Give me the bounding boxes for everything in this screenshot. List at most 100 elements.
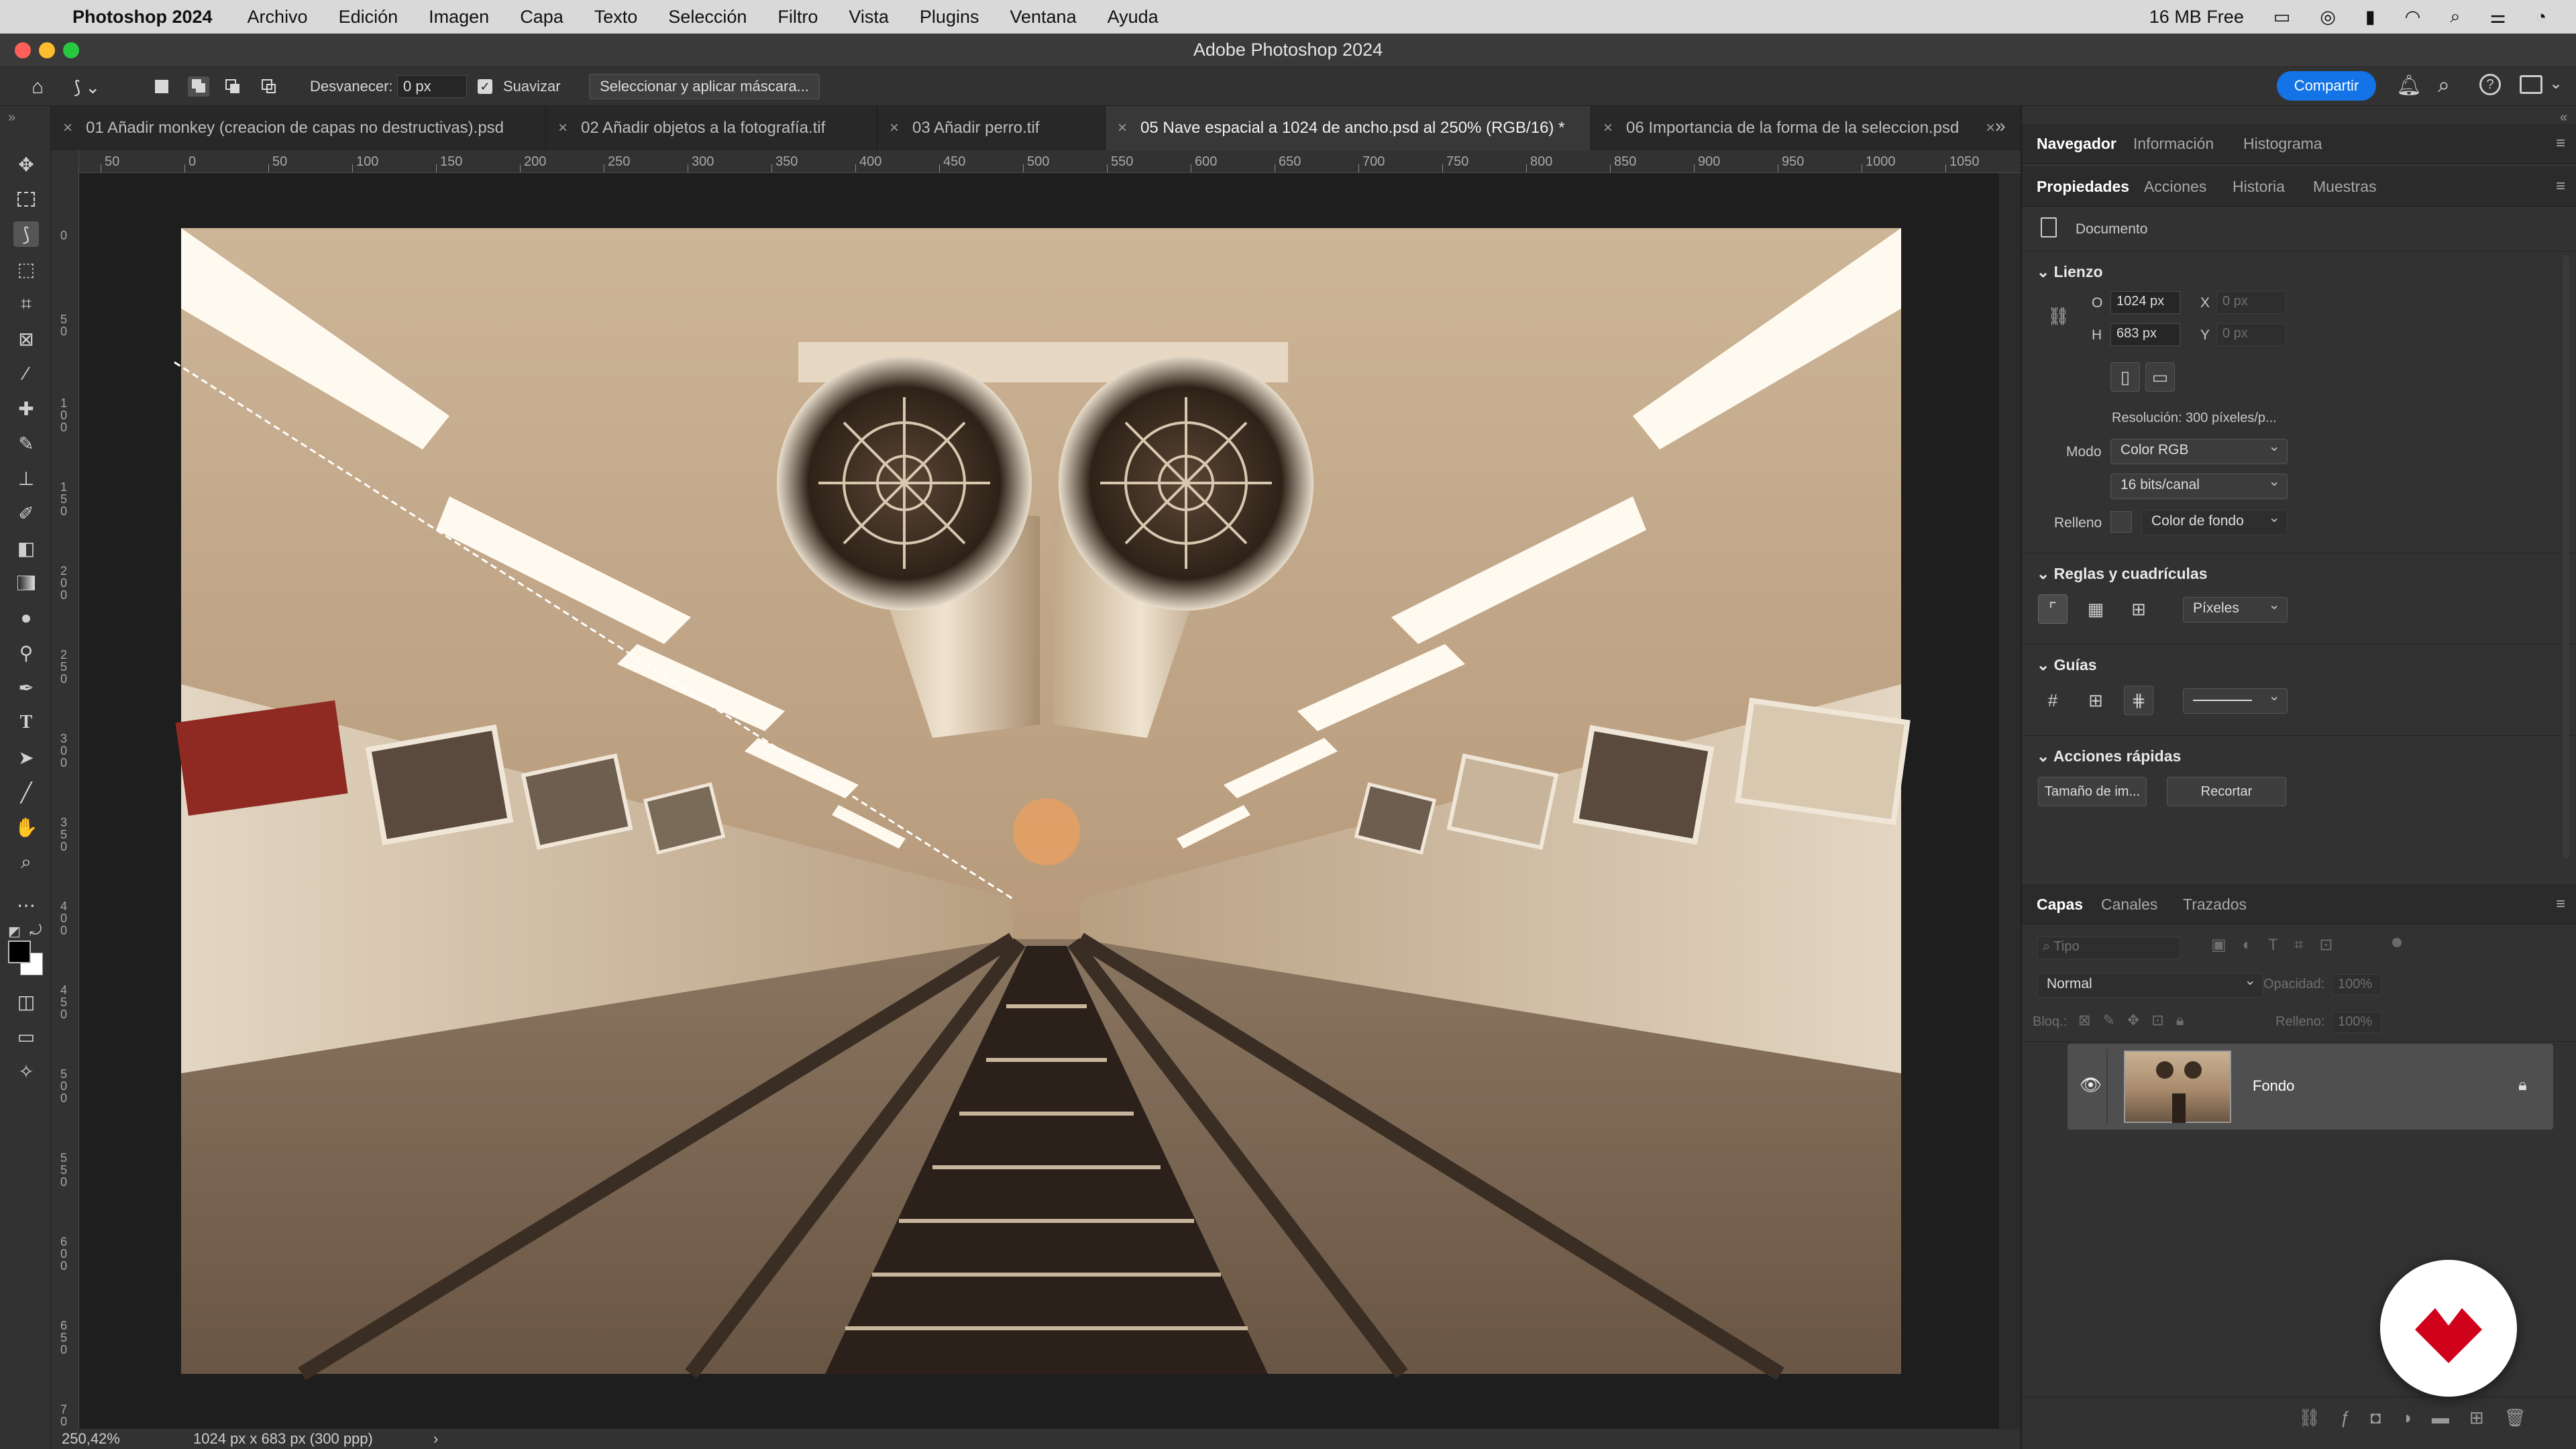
link-dimensions-icon[interactable]: ⛓: [2047, 306, 2070, 327]
menu-texto[interactable]: Texto: [594, 7, 638, 28]
doc-tab[interactable]: × 02 Añadir objetos a la fotografía.tif: [546, 106, 877, 150]
opacity-input[interactable]: 100%: [2332, 974, 2381, 996]
memory-status[interactable]: 16 MB Free: [2149, 7, 2244, 28]
line-tool-icon[interactable]: ╱: [13, 780, 39, 805]
object-selection-tool-icon[interactable]: ⬚: [13, 256, 39, 282]
default-colors-icon[interactable]: ◩: [8, 923, 21, 940]
doc-tab[interactable]: × 06 Importancia de la forma de la selec…: [1591, 106, 1994, 150]
vertical-scrollbar[interactable]: [1999, 173, 2021, 1429]
fill-opacity-input[interactable]: 100%: [2332, 1012, 2381, 1033]
close-tab-icon[interactable]: ×: [558, 119, 568, 138]
horizontal-ruler[interactable]: 50 0 50 100 150 200 250 300 350 400 450 500 550 600 65…: [79, 150, 2021, 173]
close-tab-icon[interactable]: ×: [63, 119, 72, 138]
tab-navegador[interactable]: Navegador: [2037, 123, 2116, 164]
workspace-icon[interactable]: [2520, 75, 2542, 94]
image-size-button[interactable]: Tamaño de im...: [2038, 777, 2147, 806]
show-guides-icon[interactable]: #: [2038, 686, 2068, 715]
properties-scrollbar[interactable]: [2563, 255, 2569, 859]
close-tab-icon[interactable]: ×: [890, 119, 899, 138]
canvas-area[interactable]: [79, 173, 1999, 1429]
tab-trazados[interactable]: Trazados: [2183, 884, 2247, 924]
quick-mask-icon[interactable]: ◫: [13, 989, 39, 1014]
move-tool-icon[interactable]: ✥: [13, 152, 39, 177]
lasso-tool-icon[interactable]: ⟆: [13, 221, 39, 247]
control-center-icon[interactable]: ⚌: [2489, 7, 2506, 28]
document-image[interactable]: [79, 173, 1999, 1429]
panel-menu-icon[interactable]: ≡: [2556, 123, 2565, 164]
close-tab-icon[interactable]: ×: [1118, 119, 1127, 138]
width-input[interactable]: 1024 px: [2110, 291, 2180, 314]
eyedropper-tool-icon[interactable]: ⁄: [13, 361, 39, 386]
notifications-icon[interactable]: 🔔︎: [2396, 74, 2422, 97]
new-guide-icon[interactable]: ⊞: [2081, 686, 2110, 715]
more-tools-icon[interactable]: ⋯: [13, 892, 39, 918]
pixel-grid-icon[interactable]: ⊞: [2124, 594, 2153, 624]
rulers-grids-header[interactable]: ⌄ Reglas y cuadrículas: [2037, 565, 2208, 583]
marquee-tool-icon[interactable]: [13, 186, 39, 212]
layer-name[interactable]: Fondo: [2253, 1077, 2294, 1095]
doc-tab[interactable]: × 03 Añadir perro.tif: [877, 106, 1106, 150]
doc-tab[interactable]: × 01 Añadir monkey (creacion de capas no…: [51, 106, 546, 150]
menu-capa[interactable]: Capa: [520, 7, 564, 28]
add-to-selection-icon[interactable]: [188, 76, 209, 97]
menu-imagen[interactable]: Imagen: [429, 7, 489, 28]
layer-row[interactable]: 👁︎ Fondo 🔒︎: [2068, 1044, 2553, 1130]
select-and-mask-button[interactable]: Seleccionar y aplicar máscara...: [589, 74, 820, 99]
landscape-orientation-icon[interactable]: ▭: [2145, 362, 2175, 392]
help-icon[interactable]: ?: [2479, 74, 2501, 95]
zoom-tool-icon[interactable]: ⌕: [13, 849, 39, 875]
show-rulers-icon[interactable]: ⌜: [2038, 594, 2068, 624]
crop-button[interactable]: Recortar: [2167, 777, 2286, 806]
layer-visibility-eye-icon[interactable]: 👁︎: [2080, 1075, 2102, 1095]
layer-actions-icons[interactable]: ⛓ƒ◘◑▬⊞🗑︎: [2298, 1407, 2546, 1428]
wifi-icon[interactable]: ◠: [2405, 7, 2421, 28]
collapse-toolbar-icon[interactable]: »: [8, 110, 15, 125]
tab-historia[interactable]: Historia: [2233, 166, 2285, 207]
fill-select[interactable]: Color de fondo: [2141, 509, 2288, 535]
antialias-checkbox[interactable]: ✓: [478, 79, 492, 94]
bit-depth-select[interactable]: 16 bits/canal: [2110, 473, 2288, 499]
battery-icon[interactable]: ▮: [2365, 7, 2375, 28]
guides-header[interactable]: ⌄ Guías: [2037, 656, 2097, 674]
frame-tool-icon[interactable]: ⊠: [13, 326, 39, 352]
workspace-chevron-icon[interactable]: ⌄: [2549, 74, 2563, 93]
swap-colors-icon[interactable]: ⤾: [30, 922, 42, 939]
home-icon[interactable]: ⌂: [24, 74, 51, 101]
guide-style-select[interactable]: [2183, 688, 2288, 714]
close-tab-icon[interactable]: ×: [1986, 119, 1994, 138]
y-input[interactable]: 0 px: [2216, 323, 2286, 346]
path-selection-tool-icon[interactable]: ➤: [13, 745, 39, 770]
menu-ventana[interactable]: Ventana: [1010, 7, 1076, 28]
minimize-window-icon[interactable]: [39, 42, 55, 58]
mode-select[interactable]: Color RGB: [2110, 438, 2288, 464]
tab-histograma[interactable]: Histograma: [2243, 123, 2322, 164]
menu-seleccion[interactable]: Selección: [668, 7, 747, 28]
blur-tool-icon[interactable]: ●: [13, 605, 39, 631]
clock-icon[interactable]: ◔: [2536, 7, 2546, 28]
show-grid-icon[interactable]: ▦: [2081, 594, 2110, 624]
zoom-window-icon[interactable]: [63, 42, 79, 58]
app-menu[interactable]: Photoshop 2024: [72, 7, 213, 28]
clone-stamp-tool-icon[interactable]: ⊥: [13, 466, 39, 491]
menu-vista[interactable]: Vista: [849, 7, 889, 28]
tab-muestras[interactable]: Muestras: [2313, 166, 2377, 207]
menu-edicion[interactable]: Edición: [339, 7, 398, 28]
healing-brush-tool-icon[interactable]: ✚: [13, 396, 39, 421]
generative-fill-icon[interactable]: ✧: [13, 1059, 39, 1084]
x-input[interactable]: 0 px: [2216, 291, 2286, 314]
eraser-tool-icon[interactable]: ◧: [13, 535, 39, 561]
portrait-orientation-icon[interactable]: ▯: [2110, 362, 2140, 392]
pen-tool-icon[interactable]: ✒: [13, 675, 39, 700]
status-menu-arrow[interactable]: ›: [433, 1430, 438, 1448]
canvas-section-header[interactable]: ⌄ Lienzo: [2037, 263, 2103, 281]
layer-lock-icon[interactable]: 🔒︎: [2518, 1076, 2527, 1095]
tab-acciones[interactable]: Acciones: [2144, 166, 2206, 207]
ruler-units-select[interactable]: Píxeles: [2183, 596, 2288, 623]
new-guide-layout-icon[interactable]: ⋕: [2124, 686, 2153, 715]
menu-plugins[interactable]: Plugins: [920, 7, 979, 28]
creative-cloud-icon[interactable]: ◎: [2320, 7, 2336, 28]
subtract-from-selection-icon[interactable]: [224, 78, 241, 95]
intersect-selection-icon[interactable]: [260, 78, 278, 95]
height-input[interactable]: 683 px: [2110, 323, 2180, 346]
lasso-tool-preset-icon[interactable]: ⟆ ⌄: [74, 74, 126, 101]
